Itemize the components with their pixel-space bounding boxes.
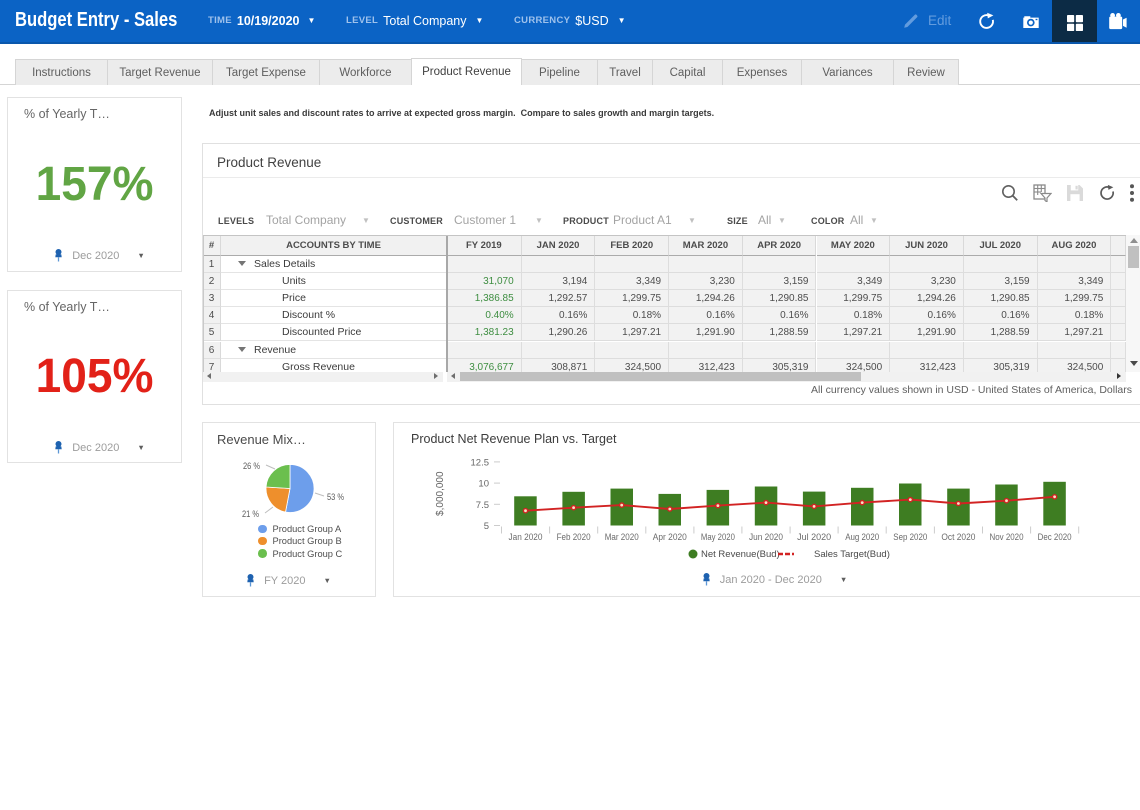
svg-text:5: 5 <box>484 521 489 532</box>
svg-text:53 %: 53 % <box>327 492 344 503</box>
svg-text:Jun 2020: Jun 2020 <box>749 532 783 542</box>
svg-text:Mar 2020: Mar 2020 <box>605 532 639 542</box>
svg-text:12.5: 12.5 <box>471 457 490 468</box>
svg-text:$,000,000: $,000,000 <box>435 471 446 516</box>
svg-text:21 %: 21 % <box>242 509 259 520</box>
svg-text:Aug 2020: Aug 2020 <box>845 532 879 542</box>
svg-text:Jul 2020: Jul 2020 <box>797 532 831 542</box>
svg-text:Sep 2020: Sep 2020 <box>893 532 927 542</box>
svg-text:Nov 2020: Nov 2020 <box>990 532 1024 542</box>
svg-text:May 2020: May 2020 <box>701 532 735 542</box>
svg-text:Apr 2020: Apr 2020 <box>653 532 687 542</box>
svg-text:Sales Target(Bud): Sales Target(Bud) <box>814 549 890 560</box>
svg-text:10: 10 <box>478 479 489 490</box>
svg-text:7.5: 7.5 <box>476 500 489 511</box>
svg-text:26 %: 26 % <box>243 461 260 472</box>
svg-text:Net Revenue(Bud): Net Revenue(Bud) <box>701 549 780 560</box>
svg-text:Feb 2020: Feb 2020 <box>557 532 591 542</box>
svg-text:Jan 2020: Jan 2020 <box>509 532 543 542</box>
svg-text:Oct 2020: Oct 2020 <box>941 532 975 542</box>
svg-text:Dec 2020: Dec 2020 <box>1038 532 1072 542</box>
